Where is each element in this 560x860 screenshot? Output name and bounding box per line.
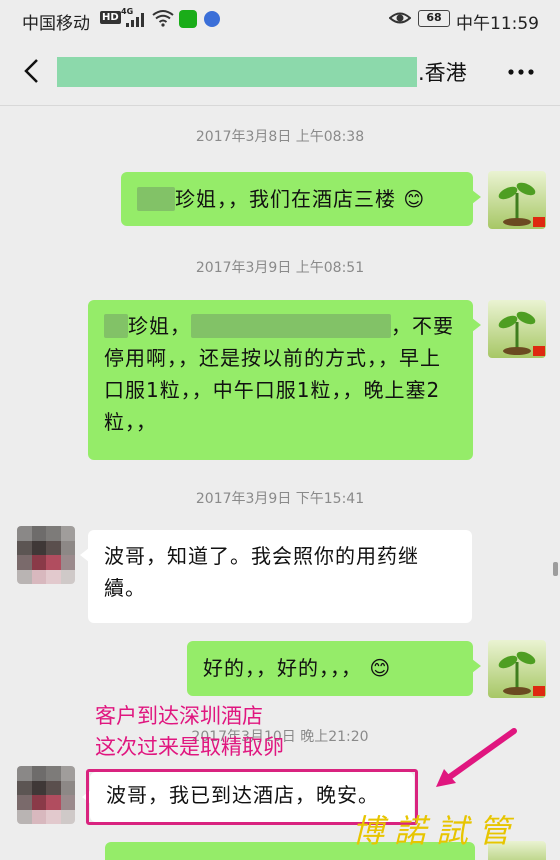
avatar[interactable] [488,171,546,229]
smiley-emoji-icon: 😊 [362,656,392,680]
message-timestamp: 2017年3月8日 上午08:38 [195,129,365,145]
carrier-label: 中国移动 [22,14,90,34]
message-bubble-outgoing[interactable]: 好的，，好的，，， 😊 [187,641,481,696]
clock-time: 中午11:59 [456,14,539,34]
chat-header: .香港 [0,38,560,106]
contact-name-redacted [57,57,417,87]
plant-icon [498,311,545,356]
message-text: 珍姐，，我们在酒店三楼 [175,187,396,211]
battery-indicator: 68 [418,10,450,27]
message-bubble-outgoing[interactable]: 珍姐， ，不要停用啊，，还是按以前的方式，，早上口服1粒，，中午口服1粒，，晚上塞… [88,300,481,460]
chevron-left-icon[interactable] [18,56,48,86]
chat-title: .香港 [418,61,467,85]
redacted-text [104,313,128,338]
message-text: 好的，，好的，，， [203,656,362,680]
message-timestamp: 2017年3月9日 下午15:41 [195,491,365,507]
eye-comfort-icon [389,12,411,24]
redacted-text [191,313,391,338]
status-bar: 中国移动 HD 4G 68 中午11:59 [0,0,560,38]
avatar[interactable] [17,526,75,584]
avatar[interactable] [488,300,546,358]
hd-badge: HD [100,11,121,24]
message-timestamp: 2017年3月9日 上午08:51 [195,260,365,276]
wechat-app-icon [179,10,197,28]
plant-icon [498,651,545,696]
annotation-line: 这次过来是取精取卵 [95,735,284,759]
wifi-icon [152,10,174,27]
signal-icon [126,13,144,27]
music-app-icon [204,11,220,27]
message-text: 波哥，知道了。我会照你的用药继續。 [104,544,419,600]
smiley-emoji-icon: 😊 [396,187,426,211]
plant-icon [498,182,545,227]
watermark: 博諾試管 [352,812,521,850]
scrollbar[interactable] [553,562,558,576]
message-text-part: 珍姐， [128,314,191,338]
redacted-text [137,186,175,211]
avatar[interactable] [17,766,75,824]
annotation-arrow-icon [436,728,517,787]
message-bubble-outgoing[interactable]: 珍姐，，我们在酒店三楼 😊 [121,172,481,226]
annotation-line: 客户到达深圳酒店 [95,704,263,728]
more-horizontal-icon[interactable] [505,58,537,86]
message-bubble-incoming[interactable]: 波哥，知道了。我会照你的用药继續。 [80,530,472,623]
avatar[interactable] [488,640,546,698]
